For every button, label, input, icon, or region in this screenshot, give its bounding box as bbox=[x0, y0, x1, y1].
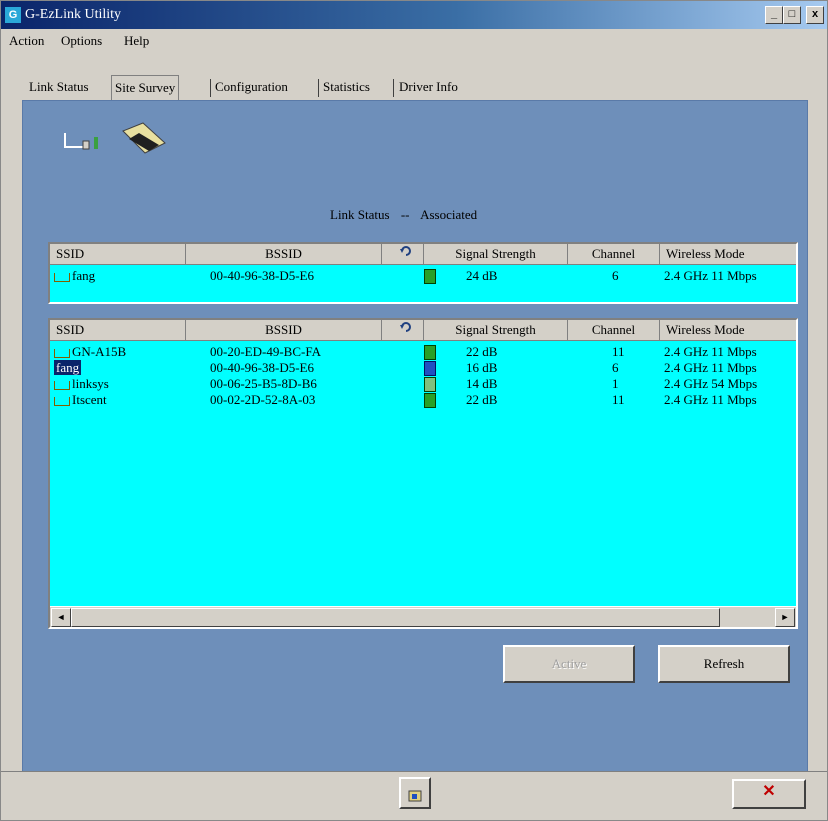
channel-cell: 11 bbox=[612, 344, 625, 359]
channel-cell: 6 bbox=[612, 360, 619, 375]
bssid-cell: 00-40-96-38-D5-E6 bbox=[210, 360, 314, 375]
link-status-label: Link Status bbox=[330, 207, 390, 222]
menu-action[interactable]: Action bbox=[9, 33, 44, 49]
network-row[interactable]: linksys 00-06-25-B5-8D-B6 14 dB 1 2.4 GH… bbox=[50, 376, 796, 392]
active-button[interactable]: Active bbox=[503, 645, 635, 683]
connected-row[interactable]: fang 00-40-96-38-D5-E6 24 dB 6 2.4 GHz 1… bbox=[50, 268, 796, 284]
signal-cell: 22 dB bbox=[466, 392, 498, 407]
signal-strength-icon bbox=[424, 269, 436, 284]
menu-options[interactable]: Options bbox=[61, 33, 102, 49]
ssid-cell: linksys bbox=[54, 376, 109, 392]
col-bssid[interactable]: BSSID bbox=[186, 320, 382, 340]
signal-cell: 24 dB bbox=[466, 268, 498, 283]
bssid-cell: 00-06-25-B5-8D-B6 bbox=[210, 376, 317, 391]
exit-button[interactable]: ✕ bbox=[732, 779, 806, 809]
col-channel[interactable]: Channel bbox=[568, 244, 660, 264]
ssid-text: GN-A15B bbox=[72, 344, 127, 359]
bottom-divider bbox=[1, 771, 827, 772]
signal-strength-icon bbox=[424, 377, 436, 392]
ssid-text-selected: fang bbox=[54, 360, 82, 375]
signal-cell: 14 dB bbox=[466, 376, 498, 391]
site-survey-table: SSID BSSID Signal Strength Channel Wirel… bbox=[48, 318, 798, 629]
window-title: G-EzLink Utility bbox=[25, 7, 122, 22]
ssid-cell: fang bbox=[54, 360, 82, 376]
signal-cell: 22 dB bbox=[466, 344, 498, 359]
refresh-icon bbox=[399, 246, 411, 256]
col-wireless-mode[interactable]: Wireless Mode bbox=[660, 320, 796, 340]
link-status-value: Associated bbox=[420, 207, 478, 222]
channel-cell: 1 bbox=[612, 376, 619, 391]
ssid-text: fang bbox=[72, 268, 96, 283]
bssid-cell: 00-20-ED-49-BC-FA bbox=[210, 344, 321, 359]
signal-strength-icon bbox=[424, 361, 436, 376]
signal-strength-icon bbox=[424, 393, 436, 408]
horizontal-scrollbar[interactable]: ◄ ► bbox=[50, 606, 796, 627]
col-channel[interactable]: Channel bbox=[568, 320, 660, 340]
refresh-button[interactable]: Refresh bbox=[658, 645, 790, 683]
app-icon: G bbox=[5, 7, 21, 23]
tab-configuration[interactable]: Configuration bbox=[215, 77, 288, 97]
ssid-text: Itscent bbox=[72, 392, 107, 407]
menu-help[interactable]: Help bbox=[124, 33, 149, 49]
table-header: SSID BSSID Signal Strength Channel Wirel… bbox=[50, 320, 796, 341]
bssid-cell: 00-40-96-38-D5-E6 bbox=[210, 268, 314, 283]
col-ssid[interactable]: SSID bbox=[50, 320, 186, 340]
tab-driver-info[interactable]: Driver Info bbox=[399, 77, 458, 97]
minimize-button[interactable]: _ bbox=[765, 6, 783, 24]
tab-link-status[interactable]: Link Status bbox=[29, 77, 89, 97]
title-bar: G G-EzLink Utility _ □ x bbox=[1, 1, 827, 29]
network-icon bbox=[54, 396, 70, 406]
hide-button[interactable] bbox=[399, 777, 431, 809]
ssid-cell: Itscent bbox=[54, 392, 107, 408]
hide-icon bbox=[408, 790, 422, 802]
tab-bar: Link Status Site Survey Configuration St… bbox=[1, 75, 827, 100]
col-refresh-icon[interactable] bbox=[382, 320, 424, 340]
tab-site-survey[interactable]: Site Survey bbox=[111, 75, 180, 100]
connected-network-table: SSID BSSID Signal Strength Channel Wirel… bbox=[48, 242, 798, 304]
scroll-left-button[interactable]: ◄ bbox=[51, 608, 71, 627]
mode-cell: 2.4 GHz 11 Mbps bbox=[664, 360, 757, 375]
tab-divider bbox=[210, 79, 211, 97]
refresh-icon bbox=[399, 322, 411, 332]
link-status-line: Link Status -- Associated bbox=[330, 207, 477, 223]
col-bssid[interactable]: BSSID bbox=[186, 244, 382, 264]
maximize-button[interactable]: □ bbox=[783, 6, 801, 24]
table-header: SSID BSSID Signal Strength Channel Wirel… bbox=[50, 244, 796, 265]
wireless-card-icon bbox=[122, 122, 166, 154]
ssid-cell: fang bbox=[54, 268, 95, 284]
close-window-button[interactable]: x bbox=[806, 6, 824, 24]
scroll-right-button[interactable]: ► bbox=[775, 608, 795, 627]
mode-cell: 2.4 GHz 11 Mbps bbox=[664, 392, 757, 407]
mode-cell: 2.4 GHz 54 Mbps bbox=[664, 376, 758, 391]
network-icon bbox=[54, 348, 70, 358]
ssid-cell: GN-A15B bbox=[54, 344, 126, 360]
channel-cell: 6 bbox=[612, 268, 619, 283]
network-icon bbox=[54, 380, 70, 390]
network-row[interactable]: Itscent 00-02-2D-52-8A-03 22 dB 11 2.4 G… bbox=[50, 392, 796, 408]
network-row[interactable]: GN-A15B 00-20-ED-49-BC-FA 22 dB 11 2.4 G… bbox=[50, 344, 796, 360]
channel-cell: 11 bbox=[612, 392, 625, 407]
network-row[interactable]: fang 00-40-96-38-D5-E6 16 dB 6 2.4 GHz 1… bbox=[50, 360, 796, 376]
mode-cell: 2.4 GHz 11 Mbps bbox=[664, 268, 757, 283]
network-icon bbox=[54, 272, 70, 282]
bssid-cell: 00-02-2D-52-8A-03 bbox=[210, 392, 316, 407]
link-status-separator: -- bbox=[400, 207, 410, 222]
col-wireless-mode[interactable]: Wireless Mode bbox=[660, 244, 796, 264]
signal-cell: 16 dB bbox=[466, 360, 498, 375]
tab-divider bbox=[393, 79, 394, 97]
col-refresh-icon[interactable] bbox=[382, 244, 424, 264]
menu-bar: Action Options Help bbox=[1, 31, 827, 51]
scroll-thumb[interactable] bbox=[71, 608, 720, 627]
mode-cell: 2.4 GHz 11 Mbps bbox=[664, 344, 757, 359]
tab-divider bbox=[318, 79, 319, 97]
col-ssid[interactable]: SSID bbox=[50, 244, 186, 264]
site-survey-panel: Link Status -- Associated SSID BSSID Sig… bbox=[22, 100, 808, 772]
col-signal-strength[interactable]: Signal Strength bbox=[424, 244, 568, 264]
utility-window: G G-EzLink Utility _ □ x Action Options … bbox=[0, 0, 828, 821]
tab-statistics[interactable]: Statistics bbox=[323, 77, 370, 97]
col-signal-strength[interactable]: Signal Strength bbox=[424, 320, 568, 340]
ssid-text: linksys bbox=[72, 376, 109, 391]
signal-strength-icon bbox=[424, 345, 436, 360]
